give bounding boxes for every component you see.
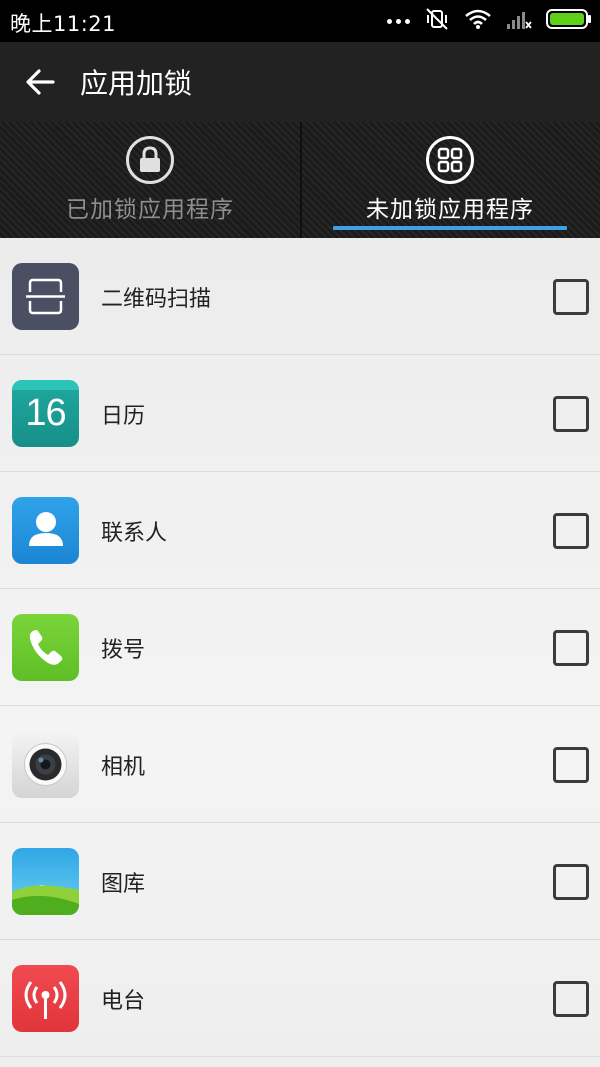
tab-unlocked-apps[interactable]: 未加锁应用程序 (300, 122, 600, 238)
lock-checkbox[interactable] (553, 747, 589, 783)
list-item[interactable]: 拨号 (0, 589, 600, 706)
status-icons (387, 7, 592, 35)
status-bar: 晚上11:21 (0, 0, 600, 42)
app-name: 拨号 (101, 638, 146, 663)
grid-icon (426, 136, 474, 184)
signal-icon (506, 8, 532, 34)
vibrate-off-icon (424, 6, 450, 36)
lock-checkbox[interactable] (553, 396, 589, 432)
app-name: 日历 (101, 404, 146, 429)
wifi-icon (464, 8, 492, 34)
app-list: 二维码扫描 16 日历 联系人 拨号 相机 图库 电台 (0, 238, 600, 1067)
qr-scanner-icon (12, 263, 79, 330)
phone-icon (12, 614, 79, 681)
back-arrow-icon (26, 69, 55, 95)
camera-icon (12, 731, 79, 798)
list-item[interactable]: 二维码扫描 (0, 238, 600, 355)
app-name: 电台 (101, 989, 146, 1014)
app-name: 联系人 (101, 521, 168, 546)
back-button[interactable] (18, 60, 62, 104)
battery-icon (546, 8, 592, 34)
list-item[interactable]: 联系人 (0, 472, 600, 589)
lock-icon (126, 136, 174, 184)
app-bar: 应用加锁 (0, 42, 600, 122)
lock-checkbox[interactable] (553, 981, 589, 1017)
tab-label: 未加锁应用程序 (366, 197, 534, 223)
tab-locked-apps[interactable]: 已加锁应用程序 (0, 122, 300, 238)
status-time: 晚上11:21 (10, 12, 117, 36)
lock-checkbox[interactable] (553, 279, 589, 315)
lock-checkbox[interactable] (553, 513, 589, 549)
app-name: 二维码扫描 (101, 287, 212, 312)
calendar-date: 16 (25, 392, 66, 434)
list-item[interactable]: 图库 (0, 823, 600, 940)
list-item[interactable]: 相机 (0, 706, 600, 823)
calendar-icon: 16 (12, 380, 79, 447)
tab-label: 已加锁应用程序 (66, 197, 234, 223)
tab-active-indicator (333, 226, 567, 230)
list-item[interactable]: 16 日历 (0, 355, 600, 472)
lock-checkbox[interactable] (553, 864, 589, 900)
list-item[interactable]: 电台 (0, 940, 600, 1057)
app-name: 相机 (101, 755, 146, 780)
lock-checkbox[interactable] (553, 630, 589, 666)
more-dots-icon (387, 18, 410, 24)
gallery-icon (12, 848, 79, 915)
app-name: 图库 (101, 872, 146, 897)
tab-bar: 已加锁应用程序 未加锁应用程序 (0, 122, 600, 238)
page-title: 应用加锁 (80, 67, 193, 100)
radio-icon (12, 965, 79, 1032)
contacts-icon (12, 497, 79, 564)
